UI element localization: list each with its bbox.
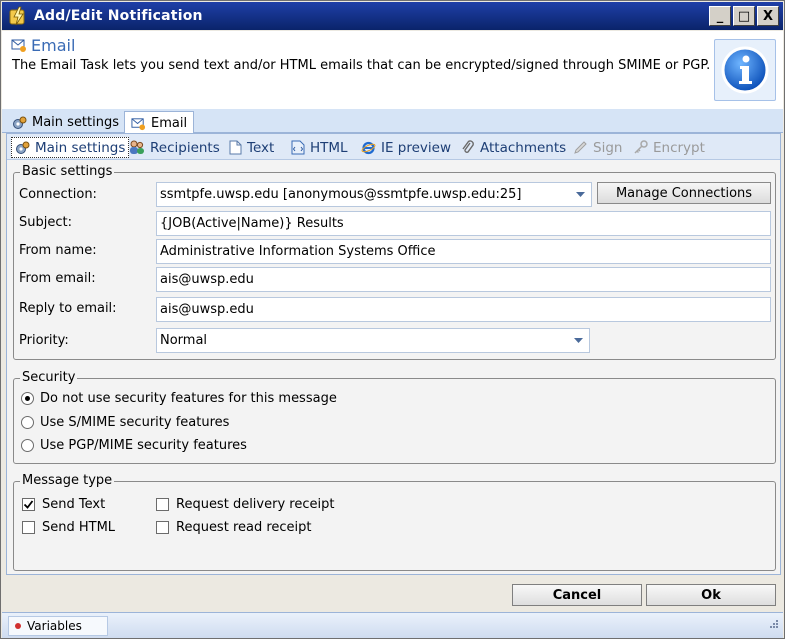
email-settings-panel: Main settings Recipients Text HTML IE pr…: [6, 133, 781, 575]
tab-label: Recipients: [150, 139, 220, 156]
radio-label: Use S/MIME security features: [40, 415, 230, 430]
security-none-radio[interactable]: Do not use security features for this me…: [21, 391, 337, 406]
window-title: Add/Edit Notification: [34, 8, 203, 24]
tab-email-label: Email: [151, 115, 188, 131]
html-icon: [291, 140, 305, 155]
basic-settings-group: Basic settings Connection: ssmtpfe.uwsp.…: [13, 164, 776, 360]
checkmark-icon: [23, 500, 34, 509]
chevron-down-icon[interactable]: [572, 185, 589, 204]
variables-dot-icon: [15, 623, 21, 629]
tab-attachments[interactable]: Attachments: [461, 137, 566, 158]
read-receipt-checkbox[interactable]: Request read receipt: [156, 520, 312, 535]
people-icon: [129, 140, 145, 155]
status-bar: Variables: [2, 612, 783, 638]
send-text-checkbox[interactable]: Send Text: [22, 497, 105, 512]
tab-main-settings-inner[interactable]: Main settings: [11, 137, 130, 158]
checkbox-label: Request delivery receipt: [176, 497, 335, 512]
tab-label: HTML: [310, 139, 348, 156]
basic-settings-legend: Basic settings: [20, 164, 115, 179]
page-title: Email: [31, 36, 76, 55]
tab-recipients[interactable]: Recipients: [129, 137, 220, 158]
priority-label: Priority:: [19, 333, 69, 348]
gears-icon: [12, 115, 27, 130]
priority-select[interactable]: Normal: [156, 328, 590, 353]
title-bar[interactable]: Add/Edit Notification _ □ X: [2, 2, 783, 30]
header-panel: Email The Email Task lets you send text …: [2, 31, 783, 109]
email-icon: [11, 37, 27, 57]
radio-button[interactable]: [21, 392, 34, 405]
tab-label: Main settings: [35, 139, 126, 156]
tab-label: Encrypt: [653, 139, 705, 156]
variables-tab[interactable]: Variables: [8, 616, 108, 636]
radio-label: Do not use security features for this me…: [40, 391, 337, 406]
checkbox-label: Request read receipt: [176, 520, 312, 535]
subject-input[interactable]: {JOB(Active|Name)} Results: [156, 211, 771, 236]
security-group: Security Do not use security features fo…: [13, 370, 776, 464]
tab-ie-preview[interactable]: IE preview: [361, 137, 451, 158]
variables-label: Variables: [27, 619, 82, 633]
info-icon: [721, 46, 769, 94]
radio-button[interactable]: [21, 439, 34, 452]
page-icon: [229, 140, 242, 155]
send-html-checkbox[interactable]: Send HTML: [22, 520, 115, 535]
security-legend: Security: [20, 370, 78, 385]
ok-button[interactable]: Ok: [646, 584, 776, 606]
from-email-label: From email:: [19, 271, 96, 286]
checkbox[interactable]: [22, 498, 35, 511]
radio-label: Use PGP/MIME security features: [40, 438, 247, 453]
gears-icon: [15, 140, 30, 155]
tab-encrypt[interactable]: Encrypt: [633, 137, 705, 158]
tab-label: Sign: [593, 139, 623, 156]
inner-tab-strip: Main settings Recipients Text HTML IE pr…: [7, 134, 780, 160]
from-name-label: From name:: [19, 243, 97, 258]
delivery-receipt-checkbox[interactable]: Request delivery receipt: [156, 497, 334, 512]
minimize-button[interactable]: _: [709, 6, 731, 26]
tab-main-settings[interactable]: Main settings: [6, 111, 125, 134]
priority-value: Normal: [160, 333, 208, 348]
connection-value: ssmtpfe.uwsp.edu [anonymous@ssmtpfe.uwsp…: [160, 187, 522, 202]
resize-grip-icon[interactable]: [767, 619, 779, 635]
chevron-down-icon[interactable]: [570, 331, 587, 350]
radio-button[interactable]: [21, 416, 34, 429]
tab-label: IE preview: [381, 139, 452, 156]
reply-to-label: Reply to email:: [19, 301, 117, 316]
checkbox[interactable]: [22, 521, 35, 534]
tab-label: Attachments: [480, 139, 567, 156]
tab-main-settings-label: Main settings: [32, 115, 120, 130]
subject-label: Subject:: [19, 215, 72, 230]
dialog-window: Add/Edit Notification _ □ X Email The Em…: [0, 0, 785, 639]
checkbox-label: Send Text: [42, 497, 106, 512]
connection-select[interactable]: ssmtpfe.uwsp.edu [anonymous@ssmtpfe.uwsp…: [156, 182, 592, 207]
email-icon: [131, 116, 146, 131]
tab-html[interactable]: HTML: [291, 137, 348, 158]
from-name-input[interactable]: Administrative Information Systems Offic…: [156, 239, 771, 264]
connection-label: Connection:: [19, 187, 97, 202]
info-badge: [714, 39, 776, 101]
manage-connections-button[interactable]: Manage Connections: [597, 182, 771, 204]
security-smime-radio[interactable]: Use S/MIME security features: [21, 415, 229, 430]
maximize-button[interactable]: □: [733, 6, 755, 26]
message-type-legend: Message type: [20, 473, 115, 488]
paperclip-icon: [461, 140, 475, 155]
tab-text[interactable]: Text: [229, 137, 274, 158]
key-icon: [633, 140, 648, 155]
checkbox[interactable]: [156, 521, 169, 534]
page-description: The Email Task lets you send text and/or…: [12, 58, 711, 73]
tab-label: Text: [247, 139, 275, 156]
checkbox[interactable]: [156, 498, 169, 511]
cancel-button[interactable]: Cancel: [512, 584, 642, 606]
outer-tab-strip: Main settings Email: [2, 109, 783, 134]
tab-email[interactable]: Email: [124, 111, 195, 134]
message-type-group: Message type Send Text Send HTML Request…: [13, 473, 776, 571]
close-button[interactable]: X: [757, 6, 779, 26]
checkbox-label: Send HTML: [42, 520, 116, 535]
app-lightning-icon: [8, 6, 28, 26]
reply-to-input[interactable]: ais@uwsp.edu: [156, 297, 771, 322]
pen-icon: [573, 140, 588, 155]
tab-sign[interactable]: Sign: [573, 137, 622, 158]
security-pgp-radio[interactable]: Use PGP/MIME security features: [21, 438, 247, 453]
ie-icon: [361, 140, 376, 155]
from-email-input[interactable]: ais@uwsp.edu: [156, 267, 771, 292]
